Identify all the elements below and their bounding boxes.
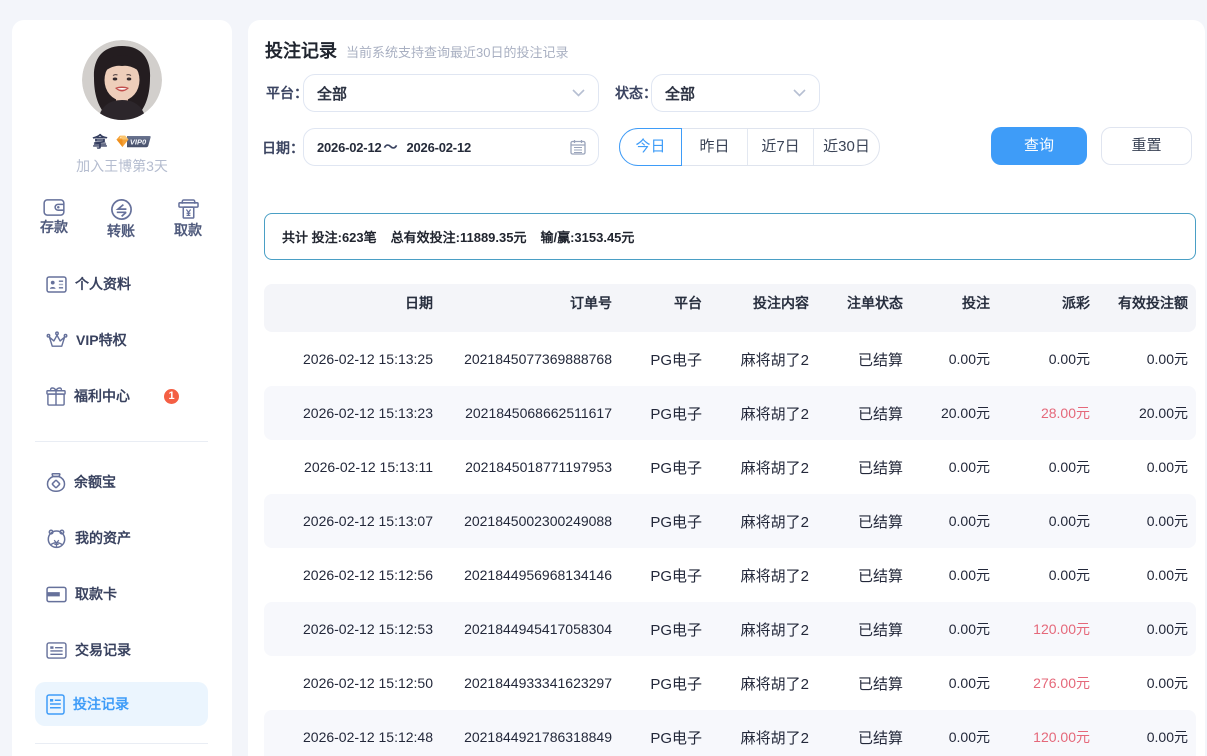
svg-text:VIP0: VIP0 (129, 137, 146, 146)
